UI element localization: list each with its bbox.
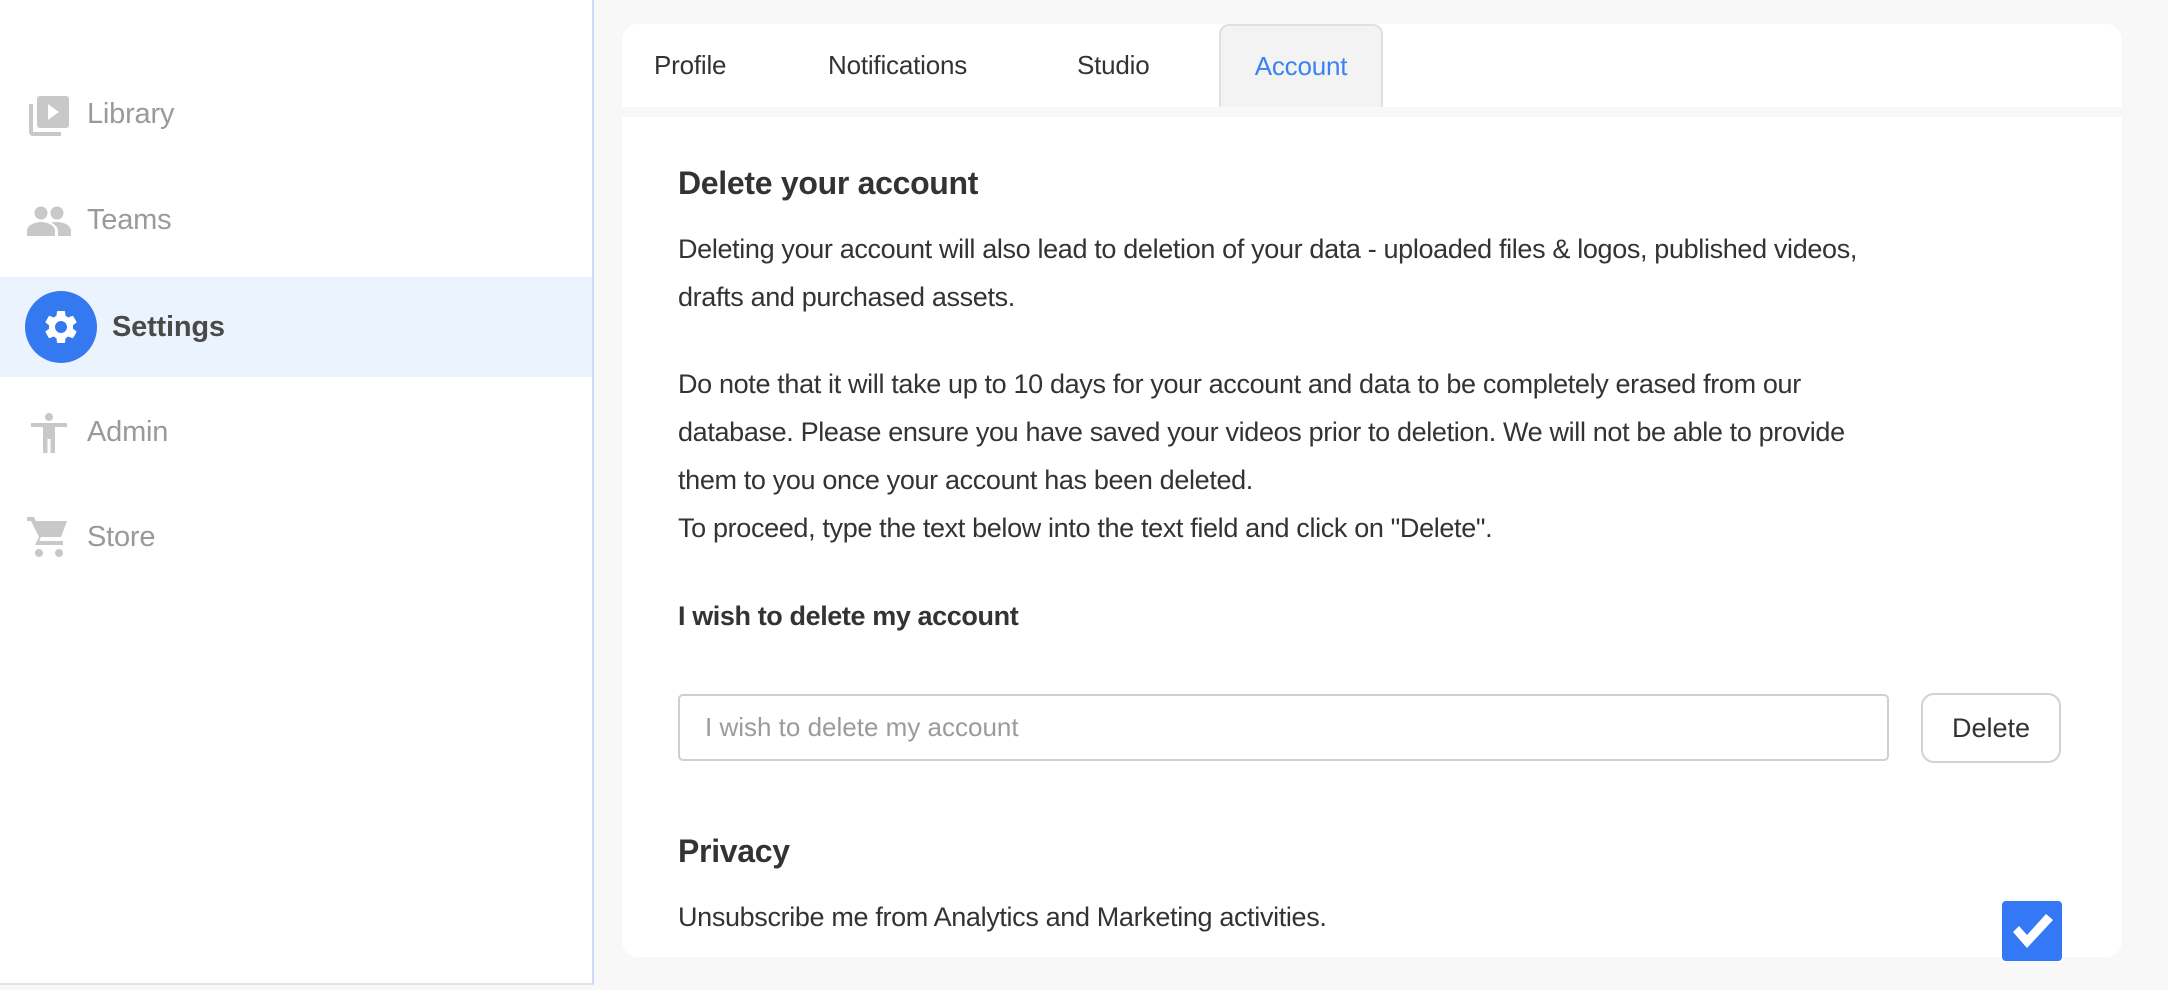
sidebar-item-settings[interactable]: Settings <box>0 277 592 377</box>
video-library-icon <box>29 96 69 136</box>
privacy-heading: Privacy <box>678 833 790 869</box>
tab-studio[interactable]: Studio <box>1077 24 1150 107</box>
shopping-cart-icon <box>27 517 67 557</box>
paragraph-line: database. Please ensure you have saved y… <box>678 417 1845 447</box>
paragraph-line: drafts and purchased assets. <box>678 282 1015 312</box>
unsubscribe-label: Unsubscribe me from Analytics and Market… <box>678 902 1327 932</box>
people-icon <box>27 206 71 236</box>
unsubscribe-checkbox[interactable] <box>2002 901 2062 961</box>
account-settings-panel: Delete your account Deleting your accoun… <box>622 117 2122 957</box>
paragraph-line: them to you once your account has been d… <box>678 465 1253 495</box>
settings-icon-badge <box>25 291 97 363</box>
sidebar-item-store[interactable]: Store <box>0 487 592 587</box>
deletion-notice-paragraph: Do note that it will take up to 10 days … <box>678 360 1845 552</box>
confirm-phrase-label: I wish to delete my account <box>678 601 1019 631</box>
sidebar: Library Teams Settings Admin Store <box>0 0 594 985</box>
tab-profile[interactable]: Profile <box>654 24 726 107</box>
sidebar-item-label: Library <box>87 97 175 130</box>
sidebar-item-label: Settings <box>112 310 225 343</box>
confirm-delete-input[interactable] <box>678 694 1889 761</box>
sidebar-item-teams[interactable]: Teams <box>0 170 592 270</box>
sidebar-item-label: Store <box>87 520 156 553</box>
sidebar-item-label: Admin <box>87 415 169 448</box>
sidebar-item-library[interactable]: Library <box>0 64 592 164</box>
settings-tabbar: Profile Notifications Studio Account <box>622 24 2122 107</box>
sidebar-item-admin[interactable]: Admin <box>0 382 592 482</box>
gear-icon <box>45 311 77 343</box>
delete-warning-paragraph: Deleting your account will also lead to … <box>678 225 1857 321</box>
checkmark-icon <box>2013 914 2053 948</box>
sidebar-item-label: Teams <box>87 203 172 236</box>
delete-account-heading: Delete your account <box>678 165 979 201</box>
tab-account[interactable]: Account <box>1219 24 1383 107</box>
delete-account-button[interactable]: Delete <box>1921 693 2061 763</box>
paragraph-line: Do note that it will take up to 10 days … <box>678 369 1801 399</box>
tab-notifications[interactable]: Notifications <box>828 24 967 107</box>
paragraph-line: Deleting your account will also lead to … <box>678 234 1858 264</box>
paragraph-line: To proceed, type the text below into the… <box>678 513 1493 543</box>
accessibility-person-icon <box>31 413 67 453</box>
